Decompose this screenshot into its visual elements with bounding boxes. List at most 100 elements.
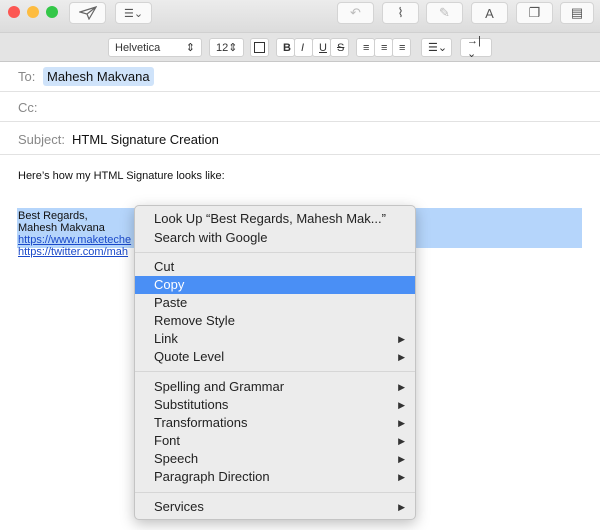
window-icon: ❐ <box>528 5 541 20</box>
menu-item-remove-style[interactable]: Remove Style <box>135 312 415 330</box>
menu-item-substitutions[interactable]: Substitutions ▶ <box>135 396 415 414</box>
stepper-icon: ⇕ <box>228 42 238 54</box>
cc-row[interactable]: Cc: <box>0 92 600 122</box>
menu-item-label: Remove Style <box>154 313 235 328</box>
subject-label: Subject: <box>18 132 65 147</box>
indent-button[interactable]: →|⌄ <box>460 35 492 60</box>
intro-text: Here’s how my HTML Signature looks like: <box>18 170 225 182</box>
bold-button[interactable]: B <box>276 38 295 57</box>
stepper-icon: ⇕ <box>185 42 195 54</box>
underline-button[interactable]: U <box>312 38 331 57</box>
size-value: 12 <box>216 41 229 54</box>
attach-button[interactable]: ⌇ <box>382 2 419 24</box>
menu-item-font[interactable]: Font ▶ <box>135 432 415 450</box>
align-left-icon: ≡ <box>363 41 370 54</box>
align-right-icon: ≡ <box>399 41 406 54</box>
menu-item-label: Services <box>154 499 204 514</box>
twitter-link[interactable]: https://twitter.com/mah <box>18 246 128 258</box>
menu-item-label: Quote Level <box>154 349 225 364</box>
menu-item-label: Link <box>154 331 178 346</box>
format-button[interactable]: A <box>471 2 508 24</box>
reply-button[interactable]: ↶ <box>337 2 374 24</box>
menu-item-services[interactable]: Services ▶ <box>135 498 415 516</box>
signature-line: Best Regards, <box>18 210 88 222</box>
list-icon: ☰⌄ <box>428 42 448 54</box>
menu-separator <box>135 492 415 493</box>
size-select[interactable]: 12 ⇕ <box>209 38 244 57</box>
menu-item-label: Speech <box>154 451 199 466</box>
color-swatch-icon <box>254 42 265 53</box>
menu-item-label: Transformations <box>154 415 248 430</box>
menu-item-label: Search with Google <box>154 230 268 245</box>
list-icon: ☰⌄ <box>123 7 144 20</box>
subject-value[interactable]: HTML Signature Creation <box>72 132 219 147</box>
submenu-arrow-icon: ▶ <box>398 454 405 464</box>
color-button[interactable] <box>250 38 269 57</box>
align-center-icon: ≡ <box>381 41 388 54</box>
indent-icon: →|⌄ <box>467 35 481 60</box>
menu-item-label: Font <box>154 433 181 448</box>
submenu-arrow-icon: ▶ <box>398 472 405 482</box>
cc-label: Cc: <box>18 100 38 115</box>
subject-row[interactable]: Subject: HTML Signature Creation <box>0 122 600 155</box>
format-bar: Helvetica ⇕ 12 ⇕ B I U S ≡ ≡ ≡ ☰⌄ →|⌄ <box>0 32 600 62</box>
menu-separator <box>135 371 415 372</box>
submenu-arrow-icon: ▶ <box>398 400 405 410</box>
submenu-arrow-icon: ▶ <box>398 382 405 392</box>
menu-item-search-with-google[interactable]: Search with Google <box>135 229 415 247</box>
signature-name: Mahesh Makvana <box>18 222 105 234</box>
align-right-button[interactable]: ≡ <box>392 38 411 57</box>
menu-item-link[interactable]: Link ▶ <box>135 330 415 348</box>
markup-button[interactable]: ✎ <box>426 2 463 24</box>
menu-item-spelling-and-grammar[interactable]: Spelling and Grammar ▶ <box>135 378 415 396</box>
list-button[interactable]: ☰⌄ <box>421 38 452 57</box>
strikethrough-button[interactable]: S <box>330 38 349 57</box>
recipient-token[interactable]: Mahesh Makvana <box>43 67 154 86</box>
menu-item-copy[interactable]: Copy <box>135 276 415 294</box>
menu-item-paragraph-direction[interactable]: Paragraph Direction ▶ <box>135 468 415 486</box>
align-center-button[interactable]: ≡ <box>374 38 393 57</box>
attachment-icon: ⌇ <box>397 5 404 20</box>
underline-label: U <box>319 41 327 54</box>
menu-item-paste[interactable]: Paste <box>135 294 415 312</box>
to-label: To: <box>18 69 36 84</box>
photo-browser-button[interactable]: ▤ <box>560 2 594 24</box>
submenu-arrow-icon: ▶ <box>398 418 405 428</box>
menu-item-label: Copy <box>154 277 185 292</box>
strike-label: S <box>337 41 345 54</box>
menu-item-look-up-best-regards-mahesh-ma[interactable]: Look Up “Best Regards, Mahesh Mak...” <box>135 210 415 228</box>
context-menu: Look Up “Best Regards, Mahesh Mak...” Sea… <box>134 205 416 520</box>
font-icon: A <box>485 5 494 21</box>
reply-icon: ↶ <box>350 5 361 20</box>
send-button[interactable] <box>69 2 106 24</box>
italic-label: I <box>301 41 305 54</box>
menu-item-cut[interactable]: Cut <box>135 258 415 276</box>
menu-item-label: Spelling and Grammar <box>154 379 285 394</box>
close-button[interactable] <box>8 6 20 18</box>
submenu-arrow-icon: ▶ <box>398 352 405 362</box>
menu-item-quote-level[interactable]: Quote Level ▶ <box>135 348 415 366</box>
markup-icon: ✎ <box>439 5 450 20</box>
menu-item-label: Cut <box>154 259 175 274</box>
align-left-button[interactable]: ≡ <box>356 38 375 57</box>
font-value: Helvetica <box>115 41 161 54</box>
menu-item-speech[interactable]: Speech ▶ <box>135 450 415 468</box>
font-select[interactable]: Helvetica ⇕ <box>108 38 202 57</box>
bold-label: B <box>283 41 291 54</box>
menu-separator <box>135 252 415 253</box>
menu-item-label: Look Up “Best Regards, Mahesh Mak...” <box>154 211 386 226</box>
italic-button[interactable]: I <box>294 38 313 57</box>
zoom-button[interactable] <box>46 6 58 18</box>
minimize-button[interactable] <box>27 6 39 18</box>
window-button[interactable]: ❐ <box>516 2 553 24</box>
send-icon <box>78 6 97 20</box>
photo-browser-icon: ▤ <box>570 5 584 20</box>
menu-item-label: Substitutions <box>154 397 229 412</box>
website-link[interactable]: https://www.maketeche <box>18 234 131 246</box>
menu-item-transformations[interactable]: Transformations ▶ <box>135 414 415 432</box>
menu-item-label: Paragraph Direction <box>154 469 270 484</box>
menu-item-label: Paste <box>154 295 188 310</box>
submenu-arrow-icon: ▶ <box>398 334 405 344</box>
window-toolbar: ☰⌄ ↶ ⌇ ✎ A ❐ ▤ <box>0 0 600 32</box>
header-fields-button[interactable]: ☰⌄ <box>115 2 152 24</box>
